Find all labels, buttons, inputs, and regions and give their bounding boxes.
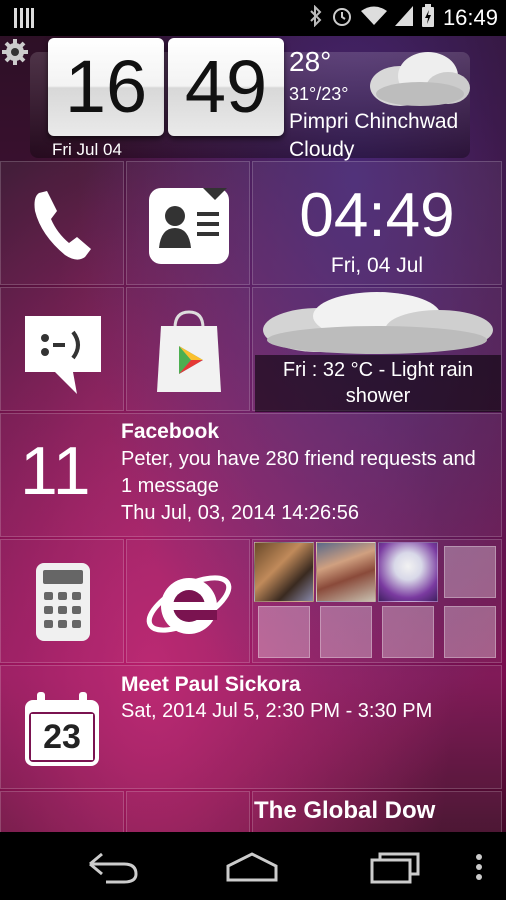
gallery-placeholder	[444, 606, 496, 658]
weather-temperature: 28°	[289, 46, 332, 77]
back-icon	[89, 852, 138, 884]
internet-explorer-icon	[143, 558, 235, 653]
calendar-icon: 23	[23, 692, 101, 773]
recent-apps-button[interactable]	[366, 850, 426, 884]
calendar-day-number: 23	[43, 718, 81, 756]
wifi-icon	[360, 6, 387, 31]
bluetooth-icon	[309, 4, 323, 32]
contact-card-icon	[147, 186, 231, 271]
gallery-placeholder	[444, 546, 496, 598]
gear-icon[interactable]	[0, 37, 30, 67]
cloud-icon	[360, 48, 472, 115]
back-button[interactable]	[82, 850, 142, 884]
forecast-caption: Fri : 32 °C - Light rain shower	[255, 355, 501, 412]
digital-clock-date: Fri, 04 Jul	[330, 254, 424, 277]
phone-icon	[31, 187, 93, 268]
widget-date: Fri Jul 04	[52, 140, 122, 159]
calculator-icon	[35, 562, 91, 647]
home-screen: 16:49 16 49 Fri Jul 04 28° 31°/23° Pimpr…	[0, 0, 506, 900]
facebook-message: Peter, you have 280 friend requests and …	[121, 446, 491, 527]
gallery-placeholder	[382, 606, 434, 658]
rain-cloud-icon	[259, 290, 495, 365]
gallery-placeholder	[258, 606, 310, 658]
signal-icon	[394, 5, 413, 31]
message-bubble-icon	[21, 314, 105, 401]
messaging-tile[interactable]	[0, 287, 124, 411]
facebook-title: Facebook	[121, 420, 220, 443]
gallery-photo[interactable]	[254, 542, 314, 602]
gallery-placeholder	[320, 606, 372, 658]
recent-apps-icon	[370, 852, 420, 884]
facebook-timestamp: Thu Jul, 03, 2014 14:26:56	[121, 502, 359, 524]
gallery-photo[interactable]	[316, 542, 376, 602]
alarm-icon	[331, 5, 353, 32]
calculator-tile[interactable]	[0, 539, 124, 663]
overflow-menu-icon[interactable]	[472, 852, 486, 882]
status-bar: 16:49	[0, 0, 506, 36]
digital-clock-time: 04:49	[299, 181, 455, 250]
status-time: 16:49	[442, 5, 498, 30]
facebook-notification-count: 11	[20, 433, 91, 509]
navigation-bar	[0, 832, 506, 900]
home-icon	[226, 852, 278, 882]
news-title: The Global Dow	[254, 797, 436, 824]
play-store-bag-icon	[155, 308, 223, 399]
flip-clock-minutes: 49	[168, 38, 284, 136]
weather-condition: Cloudy	[289, 138, 355, 161]
weather-range: 31°/23°	[289, 84, 349, 104]
calendar-event-details: Sat, 2014 Jul 5, 2:30 PM - 3:30 PM	[121, 700, 433, 722]
flip-clock-hours: 16	[48, 38, 164, 136]
contacts-tile[interactable]	[126, 161, 250, 285]
battery-charging-icon	[421, 3, 435, 33]
browser-tile[interactable]	[126, 539, 250, 663]
bars-icon	[14, 8, 34, 33]
calendar-event-title: Meet Paul Sickora	[121, 673, 301, 696]
facebook-message-text: Peter, you have 280 friend requests and …	[121, 448, 476, 497]
home-button[interactable]	[222, 850, 282, 884]
phone-tile[interactable]	[0, 161, 124, 285]
gallery-photo[interactable]	[378, 542, 438, 602]
play-store-tile[interactable]	[126, 287, 250, 411]
